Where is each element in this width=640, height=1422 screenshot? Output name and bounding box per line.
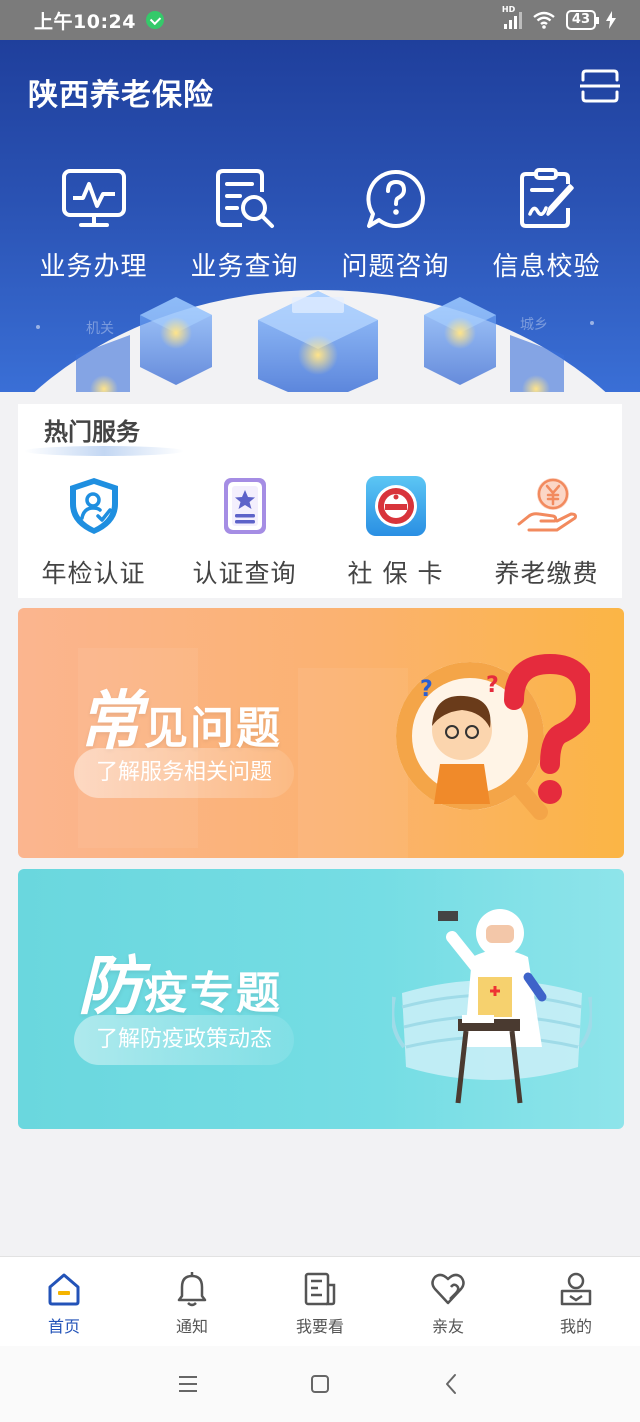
faq-question-illustration: ? ? xyxy=(396,653,590,820)
hot-services-title: 热门服务 xyxy=(44,418,140,446)
tab-label: 首页 xyxy=(47,1317,80,1336)
svg-text:?: ? xyxy=(486,673,499,698)
service-label: 社 保 卡 xyxy=(347,559,444,588)
news-icon xyxy=(304,1272,336,1306)
network-type: HD xyxy=(501,5,516,14)
yen-payment-icon xyxy=(517,478,577,532)
epidemic-title-first: 防 xyxy=(78,949,144,1024)
faq-subtitle: 了解服务相关问题 xyxy=(74,748,295,798)
service-label: 养老缴费 xyxy=(494,559,599,588)
battery-indicator: 43 xyxy=(565,10,600,30)
scan-icon[interactable] xyxy=(580,68,620,104)
deco-label-right: 城乡 xyxy=(520,317,548,333)
hot-services-grid: 年检认证 认证查询 社 保 卡 养老缴费 xyxy=(18,474,622,590)
service-social-security-card[interactable]: 社 保 卡 xyxy=(320,474,471,590)
tab-notifications[interactable]: 通知 xyxy=(128,1257,256,1346)
nav-consultation[interactable]: 问题咨询 xyxy=(320,168,471,283)
service-label: 年检认证 xyxy=(41,559,146,588)
nav-business-query[interactable]: 业务查询 xyxy=(169,168,320,283)
epidemic-banner[interactable]: 防疫专题 了解防疫政策动态 xyxy=(18,869,624,1129)
tab-label: 我的 xyxy=(559,1317,592,1336)
tab-news[interactable]: 我要看 xyxy=(256,1257,384,1346)
faq-banner[interactable]: 常见问题 了解服务相关问题 ? ? xyxy=(18,608,624,858)
service-certification-query[interactable]: 认证查询 xyxy=(169,474,320,590)
charging-icon xyxy=(606,11,616,29)
status-icons: HD 43 xyxy=(502,5,616,30)
tab-profile[interactable]: 我的 xyxy=(512,1257,640,1346)
tab-label: 我要看 xyxy=(295,1317,344,1336)
wifi-icon xyxy=(533,11,555,29)
sign-document-icon xyxy=(519,168,574,228)
status-bar: 上午10:24 HD 43 xyxy=(0,0,640,40)
faq-title-rest: 见问题 xyxy=(144,703,282,754)
nav-business-handling[interactable]: 业务办理 xyxy=(18,168,169,283)
menu-icon[interactable] xyxy=(176,1372,200,1396)
back-icon[interactable] xyxy=(440,1372,464,1396)
download-indicator-icon xyxy=(145,11,164,29)
service-pension-payment[interactable]: 养老缴费 xyxy=(471,474,622,590)
certificate-star-icon xyxy=(223,478,266,534)
epidemic-title-rest: 疫专题 xyxy=(144,968,282,1019)
heart-icon xyxy=(431,1273,465,1305)
epidemic-subtitle: 了解防疫政策动态 xyxy=(74,1015,295,1065)
bottom-tab-bar: 首页 通知 我要看 亲友 我的 xyxy=(0,1256,640,1346)
nav-info-verify[interactable]: 信息校验 xyxy=(471,168,622,283)
document-search-icon xyxy=(215,169,274,228)
service-annual-certification[interactable]: 年检认证 xyxy=(18,474,169,590)
service-label: 认证查询 xyxy=(192,559,297,588)
user-icon xyxy=(560,1272,592,1306)
epidemic-title: 防疫专题 xyxy=(78,935,282,1027)
tab-label: 亲友 xyxy=(431,1317,464,1336)
status-time: 上午10:24 xyxy=(34,10,136,33)
epidemic-doctor-illustration xyxy=(392,909,592,1104)
deco-label-left: 机关 xyxy=(86,321,114,337)
header-banner: 陕西养老保险 业务办理 业务查询 问题咨询 信息校验 机关 城乡 xyxy=(0,40,640,392)
question-chat-icon xyxy=(365,169,425,228)
signal-icon: HD xyxy=(502,5,522,29)
hot-services-card: 热门服务 年检认证 认证查询 社 保 卡 养老缴费 xyxy=(18,404,622,598)
system-navigation-bar xyxy=(0,1346,640,1422)
tab-home[interactable]: 首页 xyxy=(0,1257,128,1346)
tab-label: 通知 xyxy=(175,1317,208,1336)
tab-family[interactable]: 亲友 xyxy=(384,1257,512,1346)
main-nav: 业务办理 业务查询 问题咨询 信息校验 xyxy=(18,168,622,283)
monitor-icon xyxy=(61,169,126,227)
svg-text:?: ? xyxy=(420,677,433,702)
home-icon xyxy=(48,1273,80,1306)
bell-icon xyxy=(177,1272,207,1307)
app-title: 陕西养老保险 xyxy=(28,78,214,113)
shield-user-icon xyxy=(69,478,118,534)
home-square-icon[interactable] xyxy=(308,1372,332,1396)
title-underline xyxy=(24,446,184,456)
social-security-card-icon xyxy=(365,476,426,536)
